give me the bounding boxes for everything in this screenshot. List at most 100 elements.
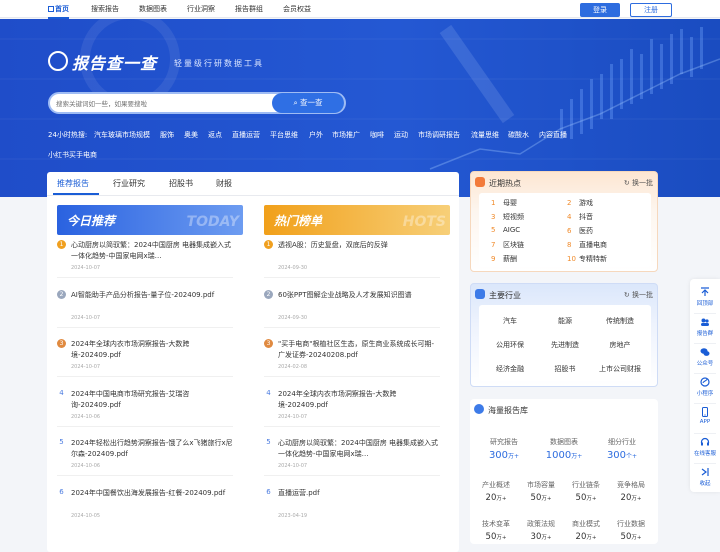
hotspot-item[interactable]: 5 AIGC (491, 226, 520, 234)
nav-data-charts[interactable]: 数据图表 (139, 4, 167, 14)
home-icon (48, 6, 54, 12)
report-title[interactable]: AI智能助手产品分析报告-量子位-202409.pdf (71, 290, 233, 301)
nav-home[interactable]: 首页 (48, 4, 69, 19)
industry-item[interactable]: 经济金融 (483, 364, 537, 374)
search-button[interactable]: ⌕ 查一查 (272, 93, 344, 113)
nav-member-benefits[interactable]: 会员权益 (283, 4, 311, 14)
sub-stat-unit: 万+ (496, 496, 507, 502)
online-service-button[interactable]: 在线客服 (690, 437, 720, 457)
refresh-button[interactable]: ↻ 换一批 (624, 290, 653, 300)
hot-word[interactable]: 市场调研报告 (418, 130, 460, 140)
hotspot-item[interactable]: 9 薪酬 (491, 254, 517, 264)
hotspot-item[interactable]: 2 游戏 (567, 198, 593, 208)
report-date: 2024-10-07 (71, 315, 101, 321)
divider (694, 463, 716, 464)
industry-item[interactable]: 公用环保 (483, 340, 537, 350)
report-title[interactable]: 直播运营.pdf (278, 488, 440, 499)
collapse-button[interactable]: 收起 (690, 467, 720, 487)
hot-word[interactable]: 咖啡 (370, 130, 384, 140)
hotspot-item[interactable]: 4 抖音 (567, 212, 593, 222)
hotspot-rank: 9 (491, 255, 496, 263)
hot-word[interactable]: 运动 (394, 130, 408, 140)
report-group-button[interactable]: 报告群 (690, 317, 720, 337)
industry-item[interactable]: 能源 (538, 316, 592, 326)
report-title[interactable]: 透视A股：历史复盘，双底后的反弹 (278, 240, 440, 251)
tab-recommend[interactable]: 推荐报告 (57, 178, 89, 189)
divider (694, 343, 716, 344)
sidebar-label: 小程序 (696, 391, 714, 397)
divider (694, 373, 716, 374)
hot-word[interactable]: 流量思维 (471, 130, 499, 140)
hotspot-item[interactable]: 6 医药 (567, 226, 593, 236)
grid-icon (475, 289, 485, 299)
stat-number: 1000 (545, 450, 572, 461)
collapse-icon (701, 468, 709, 476)
rank-badge: 4 (59, 389, 64, 397)
stat-label: 研究报告 (490, 438, 518, 446)
card-title: 主要行业 (489, 291, 521, 300)
report-title[interactable]: 2024年轻松出行趋势洞察报告-饿了么x飞猪旅行x尼尔森-202409.pdf (71, 438, 233, 459)
nav-industry-insight[interactable]: 行业洞察 (187, 4, 215, 14)
industry-grid: 汽车 能源 传统制造 公用环保 先进制造 房地产 经济金融 招股书 上市公司财报 (479, 305, 651, 381)
hot-word[interactable]: 内容直播 (539, 130, 567, 140)
report-title[interactable]: 2024年中国电商市场研究报告-艾瑞咨询-202409.pdf (71, 389, 233, 410)
nav-search-reports[interactable]: 搜索报告 (91, 4, 119, 14)
rank-badge: 2 (57, 290, 66, 299)
industry-item[interactable]: 房地产 (593, 340, 647, 350)
hot-word[interactable]: 服饰 (160, 130, 174, 140)
sub-stat-value: 20万+ (611, 493, 651, 503)
login-button[interactable]: 登录 (580, 3, 620, 17)
hotspot-item[interactable]: 10 专精特新 (567, 254, 607, 264)
hotspot-item[interactable]: 1 母婴 (491, 198, 517, 208)
nav-report-groups[interactable]: 报告群组 (235, 4, 263, 14)
sidebar-label: 收起 (699, 481, 711, 487)
hotspot-item[interactable]: 3 短视频 (491, 212, 524, 222)
report-title[interactable]: 心动厨房以简驭繁：2024中国厨房 电器集成嵌入式一体化趋势-中国家电网x瑞… (278, 438, 440, 459)
report-date: 2024-10-05 (71, 513, 101, 519)
stat-number: 300 (606, 450, 627, 461)
report-title[interactable]: 2024年全球内衣市场洞察报告-大数跨境-202409.pdf (71, 339, 233, 360)
industry-item[interactable]: 传统制造 (593, 316, 647, 326)
hot-word[interactable]: 平台思维 (270, 130, 298, 140)
hotspot-item[interactable]: 8 直播电商 (567, 240, 607, 250)
industry-item[interactable]: 招股书 (538, 364, 592, 374)
hot-word[interactable]: 返点 (208, 130, 222, 140)
refresh-button[interactable]: ↻ 换一批 (624, 178, 653, 188)
hot-word[interactable]: 汽车玻璃市场规模 (94, 130, 150, 140)
sub-stat-number: 50 (530, 493, 542, 503)
tab-prospectus[interactable]: 招股书 (169, 178, 193, 189)
refresh-icon: ↻ (623, 291, 632, 299)
hot-word[interactable]: 奥美 (184, 130, 198, 140)
rank-badge: 2 (264, 290, 273, 299)
report-title[interactable]: 心动厨房以简驭繁：2024中国厨房 电器集成嵌入式一体化趋势-中国家电网x瑞… (71, 240, 233, 261)
mini-program-icon (700, 377, 710, 387)
hotspot-word: 母婴 (503, 199, 517, 207)
sub-stat-label: 行业数据 (617, 520, 645, 528)
hotspot-list: 1 母婴 3 短视频 5 AIGC 7 区块链 9 薪酬 2 游戏 4 抖音 6 医药 8 直播电… (479, 193, 651, 267)
industry-item[interactable]: 先进制造 (538, 340, 592, 350)
hotspot-item[interactable]: 7 区块链 (491, 240, 524, 250)
hot-word[interactable]: 碳酸水 (508, 130, 529, 140)
report-title[interactable]: 2024年中国餐饮出海发展报告-红餐-202409.pdf (71, 488, 233, 499)
tab-financial-report[interactable]: 财报 (216, 178, 232, 189)
back-to-top-button[interactable]: 回顶部 (690, 287, 720, 307)
tab-industry-research[interactable]: 行业研究 (113, 178, 145, 189)
hot-word[interactable]: 户外 (309, 130, 323, 140)
refresh-label: 换一批 (632, 179, 653, 187)
search-input[interactable] (56, 97, 266, 111)
industry-item[interactable]: 上市公司财报 (593, 364, 647, 374)
hot-word[interactable]: 市场推广 (332, 130, 360, 140)
today-recommend-title: 今日推荐 (67, 214, 116, 228)
hot-word[interactable]: 小红书买手电商 (48, 150, 97, 160)
report-title[interactable]: 60张PPT图解企业战略及人才发展知识图谱 (278, 290, 440, 301)
register-button[interactable]: 注册 (630, 3, 672, 17)
industry-item[interactable]: 汽车 (483, 316, 537, 326)
report-title[interactable]: "买手电商"根植社区生态，原生商业系统成长可期-广发证券-20240208.pd… (278, 339, 440, 360)
report-title[interactable]: 2024年全球内衣市场洞察报告-大数跨境-202409.pdf (278, 389, 440, 410)
mini-program-button[interactable]: 小程序 (690, 377, 720, 397)
app-button[interactable]: APP (690, 407, 720, 425)
sidebar-label: 在线客服 (693, 451, 716, 457)
hot-word[interactable]: 直播运营 (232, 130, 260, 140)
wechat-account-button[interactable]: 公众号 (690, 347, 720, 367)
hotspot-rank: 1 (491, 199, 496, 207)
